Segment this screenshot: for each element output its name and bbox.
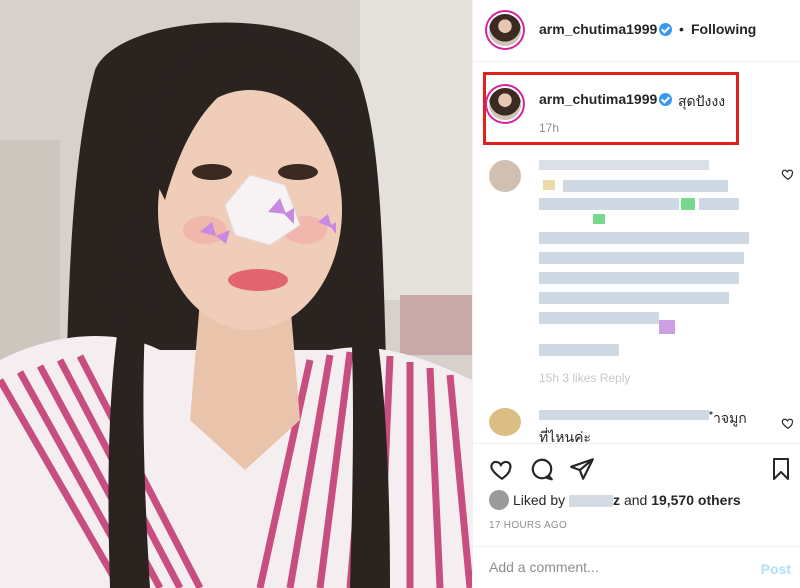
heart-icon[interactable] [489, 456, 515, 482]
caption-text: สุดปังงง [678, 93, 726, 109]
following-button[interactable]: Following [691, 21, 756, 37]
liker-name-tail[interactable]: z [613, 492, 620, 508]
pixel-block [593, 214, 605, 224]
pixel-block [539, 160, 709, 170]
verified-icon [659, 93, 672, 106]
liked-by-prefix: Liked by [513, 492, 566, 508]
comment-text: ำจมูก [713, 410, 747, 426]
comment-like-icon[interactable] [781, 167, 795, 181]
commenter-avatar[interactable] [489, 160, 521, 192]
selfie-image [0, 0, 472, 588]
author-avatar[interactable] [489, 14, 521, 46]
separator-dot: • [679, 21, 684, 37]
caption-username[interactable]: arm_chutima1999 [539, 91, 657, 107]
caption-time[interactable]: 17h [539, 121, 559, 135]
pixel-block [699, 198, 739, 210]
pixel-block [539, 232, 749, 244]
pixel-block [539, 198, 679, 210]
post-button[interactable]: Post [761, 561, 791, 577]
post-timestamp[interactable]: 17 HOURS AGO [489, 520, 567, 531]
pixel-block [659, 320, 675, 334]
post-header: arm_chutima1999 • Following [473, 0, 800, 62]
pixel-block [681, 198, 695, 210]
add-comment-input[interactable] [489, 559, 729, 575]
liker-avatar[interactable] [489, 490, 509, 510]
comment-like-icon[interactable] [781, 416, 795, 430]
liked-by-line: Liked by z and 19,570 others [513, 492, 741, 508]
post-side-panel: arm_chutima1999 • Following arm_chutima1… [472, 0, 800, 588]
comment-icon[interactable] [529, 456, 555, 482]
pixel-block [539, 312, 659, 324]
liked-by-and: and [623, 492, 648, 508]
pixelated-name [569, 495, 614, 508]
caption-avatar[interactable] [489, 88, 521, 120]
pixel-block [543, 180, 555, 190]
share-icon[interactable] [569, 456, 595, 482]
comment-bar: Post [473, 546, 800, 588]
post-actions: Liked by z and 19,570 others 17 HOURS AG… [473, 443, 800, 588]
comment-text-line2: ที่ไหนค่ะ [539, 429, 591, 443]
comment-meta[interactable]: 15h 3 likes Reply [539, 371, 630, 385]
pixel-block [563, 180, 728, 192]
pixel-block [539, 252, 744, 264]
verified-icon [659, 23, 672, 36]
likes-count-link[interactable]: 19,570 others [651, 492, 741, 508]
pixel-block [539, 410, 709, 420]
author-username[interactable]: arm_chutima1999 [539, 21, 657, 37]
pixel-block [539, 272, 739, 284]
commenter-avatar[interactable] [489, 408, 521, 436]
pixel-block [539, 344, 619, 356]
pixel-block [539, 292, 729, 304]
bookmark-icon[interactable] [769, 456, 793, 482]
post-photo[interactable] [0, 0, 472, 588]
